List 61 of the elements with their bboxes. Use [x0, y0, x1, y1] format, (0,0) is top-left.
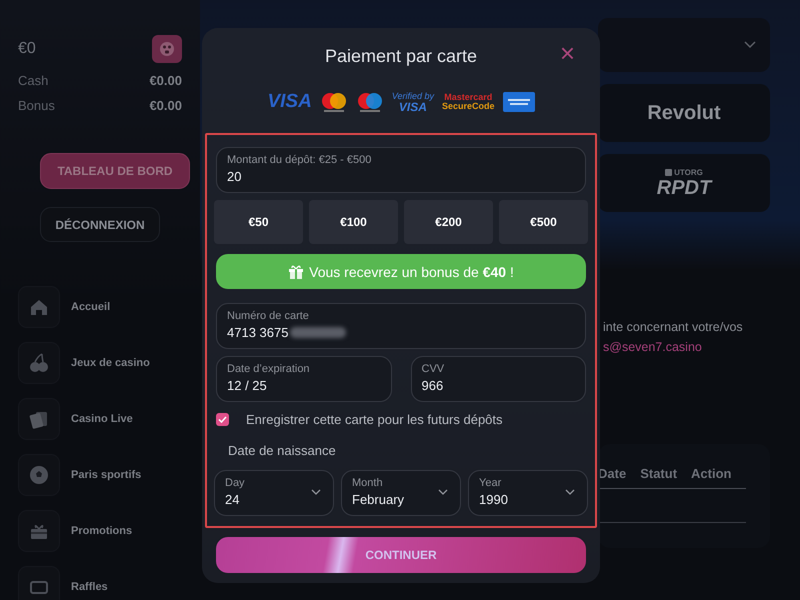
balance-value: €0.00	[149, 98, 182, 113]
quick-amount-button[interactable]: €50	[214, 200, 303, 244]
quick-amount-button[interactable]: €200	[404, 200, 493, 244]
logout-button[interactable]: DÉCONNEXION	[40, 207, 160, 242]
balance-label: Bonus	[18, 98, 55, 113]
notice-text: inte concernant votre/vos	[603, 320, 744, 334]
balance-amount: €0	[18, 40, 36, 58]
checkmark-icon	[218, 416, 227, 423]
column-header: Statut	[640, 466, 678, 481]
nav-icon-tile[interactable]	[18, 342, 60, 384]
provider-subname: UTORG	[674, 168, 703, 176]
money-face-icon	[159, 41, 175, 57]
cvv-field[interactable]: CVV 966	[410, 356, 586, 402]
nav-icon-tile[interactable]	[18, 398, 60, 440]
maestro-logo-icon	[356, 91, 384, 113]
payment-provider-card[interactable]: UTORG RPDT	[598, 154, 770, 212]
balance-value: €0.00	[149, 73, 182, 88]
soccer-ball-icon	[28, 464, 50, 486]
column-header: Action	[691, 466, 732, 481]
square-logo-icon	[665, 168, 672, 176]
quick-amount-button[interactable]: €100	[309, 200, 398, 244]
verified-by-visa-logo: Verified by VISA	[392, 92, 434, 112]
chevron-down-icon	[744, 41, 756, 49]
balance-label: Cash	[18, 73, 48, 88]
provider-name: RPDT	[656, 176, 712, 198]
provider-name: Revolut	[647, 102, 721, 124]
checkbox-label: Enregistrer cette carte pour les futurs dépôts	[246, 412, 503, 427]
select-field[interactable]: Month February	[341, 470, 461, 516]
modal-title: Paiement par carte	[324, 46, 478, 66]
nav-icon-tile[interactable]	[18, 510, 60, 552]
checkbox[interactable]	[216, 413, 229, 426]
nav-icon-tile[interactable]	[18, 454, 60, 496]
nav-item[interactable]: Promotions	[71, 525, 132, 537]
bonus-text: Vous recevrez un bonus de €40 !	[309, 264, 514, 280]
nav-icon-tile[interactable]	[18, 286, 60, 328]
cherries-icon	[28, 352, 50, 374]
gift-icon	[288, 264, 304, 280]
email-link[interactable]: s@seven7.casino	[603, 340, 702, 354]
expiry-field[interactable]: Date d’expiration 12 / 25	[216, 356, 392, 402]
nav-item[interactable]: Raffles	[71, 581, 108, 593]
redacted-block	[290, 327, 346, 338]
chevron-down-icon	[565, 489, 575, 495]
select-field[interactable]: Day 24	[214, 470, 334, 516]
quick-amount-button[interactable]: €500	[499, 200, 588, 244]
nav-item[interactable]: Accueil	[71, 301, 110, 313]
chevron-down-icon	[311, 489, 321, 495]
nav-item[interactable]: Jeux de casino	[71, 357, 150, 369]
dropdown-field[interactable]	[598, 18, 770, 72]
amex-logo-icon	[502, 92, 535, 112]
nav-item[interactable]: Paris sportifs	[71, 469, 142, 481]
select-field[interactable]: Year 1990	[468, 470, 588, 516]
mastercard-logo-icon	[320, 91, 348, 113]
amount-field[interactable]: Montant du dépôt: €25 - €500 20	[216, 147, 586, 193]
nav-item[interactable]: Casino Live	[71, 413, 133, 425]
nav-icon-tile[interactable]	[18, 566, 60, 600]
card-number-field[interactable]: Numéro de carte 4713 3675	[216, 303, 586, 349]
visa-logo: VISA	[267, 91, 312, 113]
payment-provider-card[interactable]: Revolut	[598, 84, 770, 142]
mastercard-securecode-logo: Mastercard SecureCode	[442, 92, 495, 112]
birth-date-label: Date de naissance	[228, 443, 337, 458]
chevron-down-icon	[438, 489, 448, 495]
